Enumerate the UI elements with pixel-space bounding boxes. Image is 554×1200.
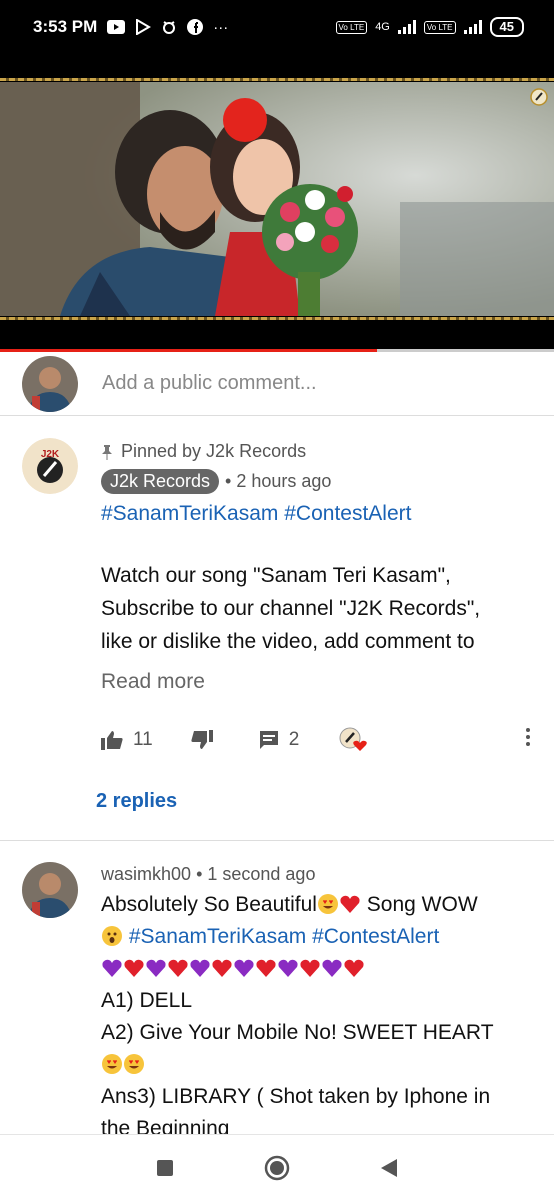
system-nav-bar (0, 1134, 554, 1200)
video-border-top (0, 78, 554, 81)
red-heart-icon (212, 959, 232, 977)
red-heart-icon (340, 895, 360, 913)
comment-icon (259, 731, 278, 749)
dislike-button[interactable] (191, 730, 213, 750)
like-count: 11 (133, 729, 153, 750)
user-comment: wasimkh00 • 1 second ago Absolutely So B… (0, 842, 554, 1134)
red-heart-icon (256, 959, 276, 977)
comment-line: like or dislike the video, add comment t… (101, 630, 475, 653)
channel-watermark-icon (530, 88, 548, 106)
comment-line: Subscribe to our channel "J2K Records", (101, 597, 481, 620)
recent-apps-icon[interactable] (156, 1159, 174, 1177)
home-icon[interactable] (264, 1155, 290, 1181)
status-time: 3:53 PM (33, 17, 98, 36)
volte-badge-1: Vo LTE (335, 20, 368, 34)
signal-icon-2 (463, 20, 482, 34)
channel-avatar-text: J2K (41, 449, 60, 460)
pinned-label-text: Pinned by J2k Records (121, 441, 307, 461)
purple-heart-icon (322, 959, 342, 977)
view-replies-link[interactable]: 2 replies (96, 790, 177, 813)
comment-actions: 11 2 (101, 722, 541, 758)
comment-author[interactable]: wasimkh00 (101, 864, 191, 884)
add-comment-row[interactable]: Add a public comment... (0, 352, 554, 416)
video-border-bottom (0, 317, 554, 320)
youtube-icon (107, 20, 126, 34)
battery-indicator: 45 (489, 17, 524, 37)
add-comment-input[interactable]: Add a public comment... (102, 372, 317, 395)
notification-icons: ··· (107, 19, 228, 36)
channel-avatar[interactable]: J2K (22, 438, 78, 494)
comment-line: A2) Give Your Mobile No! SWEET HEART (101, 1021, 494, 1044)
comment-line: Ans3) LIBRARY ( Shot taken by Iphone in (101, 1085, 491, 1108)
comment-hashtags[interactable]: #SanamTeriKasam #ContestAlert (123, 925, 439, 948)
video-thumbnail-art (0, 82, 554, 316)
comment-line: the Beginning (101, 1117, 230, 1134)
red-heart-icon (168, 959, 188, 977)
emoji-heart-row (101, 953, 541, 985)
user-avatar (22, 355, 78, 412)
more-options-button[interactable] (525, 727, 531, 753)
purple-heart-icon (102, 959, 122, 977)
heart-eyes-emoji-icon (102, 1054, 122, 1074)
kebab-menu-icon (526, 728, 530, 746)
like-button[interactable]: 11 (101, 729, 153, 751)
heart-eyes-emoji-icon (124, 1054, 144, 1074)
comment-text-part: Absolutely So Beautiful (101, 893, 317, 916)
thumbs-down-icon (191, 730, 213, 749)
more-notifications-indicator: ··· (213, 18, 229, 36)
video-player[interactable] (0, 54, 554, 351)
creator-heart-icon (339, 727, 368, 751)
read-more-button[interactable]: Read more (101, 670, 541, 694)
reply-count: 2 (288, 729, 300, 750)
comment-meta: J2k Records • 2 hours ago (101, 469, 541, 494)
comment-line: #SanamTeriKasam #ContestAlert (101, 921, 541, 953)
reply-button[interactable]: 2 (259, 729, 300, 751)
status-bar: 3:53 PM ··· Vo LTE 4G Vo LTE 45 (0, 0, 554, 54)
purple-heart-icon (190, 959, 210, 977)
comment-time: • 2 hours ago (225, 471, 332, 491)
emoji-face-row (101, 1049, 541, 1081)
back-icon[interactable] (380, 1158, 398, 1178)
pinned-label: Pinned by J2k Records (101, 438, 541, 465)
signal-icon (397, 20, 416, 34)
purple-heart-icon (234, 959, 254, 977)
hashtags[interactable]: #SanamTeriKasam #ContestAlert (101, 502, 541, 526)
astonished-face-emoji-icon (102, 926, 122, 946)
red-heart-icon (124, 959, 144, 977)
comment-time: • 1 second ago (196, 864, 316, 884)
heart-eyes-emoji-icon (317, 894, 338, 914)
system-icons: Vo LTE 4G Vo LTE 45 (335, 17, 524, 37)
pin-icon (102, 444, 112, 460)
facebook-icon (187, 19, 204, 35)
network-type: 4G (375, 21, 390, 33)
comment-line: A1) DELL (101, 989, 193, 1012)
comment-meta: wasimkh00 • 1 second ago (101, 864, 541, 885)
red-heart-icon (344, 959, 364, 977)
author-chip[interactable]: J2k Records (101, 469, 220, 494)
creator-heart (339, 727, 369, 753)
comment-line: Watch our song "Sanam Teri Kasam", (101, 564, 451, 587)
play-store-icon (136, 19, 152, 35)
thumbs-up-icon (101, 731, 123, 750)
video-frame[interactable] (0, 82, 554, 316)
volte-badge-2: Vo LTE (423, 20, 456, 34)
commenter-avatar[interactable] (22, 862, 78, 918)
red-heart-icon (300, 959, 320, 977)
comment-text: Watch our song "Sanam Teri Kasam", Subsc… (101, 559, 541, 658)
pinned-comment: J2K Pinned by J2k Records J2k Records • … (0, 418, 554, 841)
purple-heart-icon (146, 959, 166, 977)
bug-icon (163, 21, 176, 34)
comment-text: Absolutely So Beautiful Song WOW #SanamT… (101, 889, 541, 1134)
comment-line: Absolutely So Beautiful Song WOW (101, 889, 541, 921)
comment-text-part: Song WOW (360, 893, 478, 916)
purple-heart-icon (278, 959, 298, 977)
